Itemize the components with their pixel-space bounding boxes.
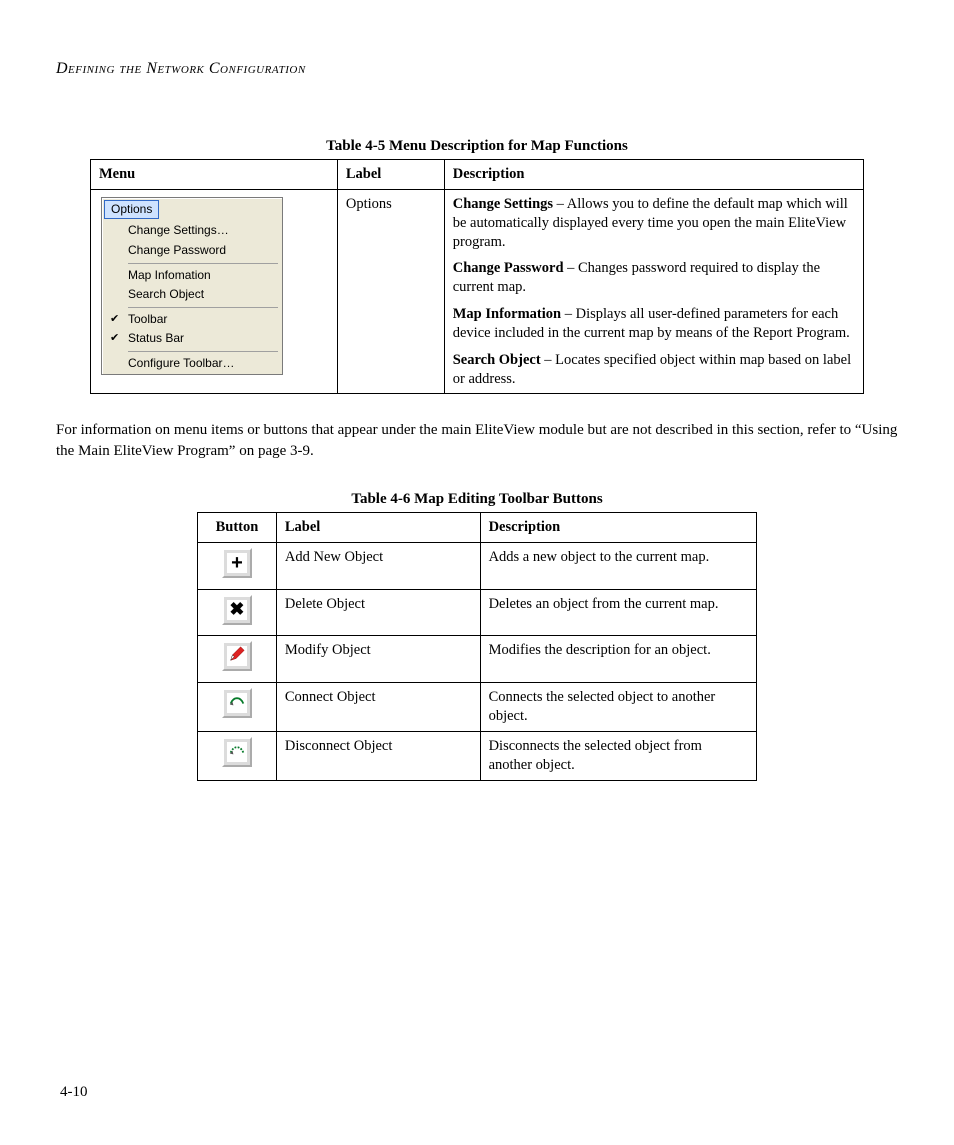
label-cell: Add New Object	[276, 542, 480, 589]
description-block: Search Object – Locates specified object…	[453, 351, 855, 389]
table2-th-desc: Description	[480, 512, 756, 542]
table-row: Connect ObjectConnects the selected obje…	[198, 683, 757, 732]
page-number: 4-10	[60, 1084, 88, 1101]
menu-item: Change Settings…	[102, 221, 282, 241]
menu-item: Toolbar	[102, 310, 282, 330]
table1-caption: Table 4-5 Menu Description for Map Funct…	[56, 138, 898, 155]
menu-item: Status Bar	[102, 329, 282, 349]
table1-th-menu: Menu	[91, 160, 338, 190]
cross-icon: ✖	[222, 595, 252, 625]
disconnect-icon	[222, 737, 252, 767]
button-cell	[198, 732, 277, 781]
menu-item: Configure Toolbar…	[102, 354, 282, 374]
button-cell: +	[198, 542, 277, 589]
menu-item: Map Infomation	[102, 266, 282, 286]
table1: Menu Label Description OptionsChange Set…	[90, 159, 864, 394]
label-cell: Modify Object	[276, 636, 480, 683]
description-block: Change Password – Changes password requi…	[453, 259, 855, 297]
menu-separator	[128, 263, 278, 264]
button-cell	[198, 636, 277, 683]
body-paragraph: For information on menu items or buttons…	[56, 420, 898, 461]
table1-desc-cell: Change Settings – Allows you to define t…	[444, 189, 863, 394]
desc-cell: Deletes an object from the current map.	[480, 589, 756, 636]
menu-item: Search Object	[102, 285, 282, 305]
table2-th-button: Button	[198, 512, 277, 542]
table1-label-cell: Options	[337, 189, 444, 394]
table1-menu-cell: OptionsChange Settings…Change Password Ma…	[91, 189, 338, 394]
menu-separator	[128, 307, 278, 308]
desc-cell: Adds a new object to the current map.	[480, 542, 756, 589]
description-block: Change Settings – Allows you to define t…	[453, 195, 855, 252]
options-menu-title: Options	[104, 200, 159, 220]
table-row: + Add New ObjectAdds a new object to the …	[198, 542, 757, 589]
table1-th-label: Label	[337, 160, 444, 190]
desc-cell: Modifies the description for an object.	[480, 636, 756, 683]
pencil-icon	[222, 641, 252, 671]
menu-item: Change Password	[102, 241, 282, 261]
table-row: Modify ObjectModifies the description fo…	[198, 636, 757, 683]
label-cell: Delete Object	[276, 589, 480, 636]
table-row: ✖ Delete ObjectDeletes an object from the…	[198, 589, 757, 636]
table1-th-desc: Description	[444, 160, 863, 190]
table2-th-label: Label	[276, 512, 480, 542]
desc-cell: Connects the selected object to another …	[480, 683, 756, 732]
menu-separator	[128, 351, 278, 352]
desc-cell: Disconnects the selected object from ano…	[480, 732, 756, 781]
connect-icon	[222, 688, 252, 718]
table2: Button Label Description + Add New Object…	[197, 512, 757, 781]
label-cell: Connect Object	[276, 683, 480, 732]
options-menu-screenshot: OptionsChange Settings…Change Password Ma…	[101, 197, 283, 375]
description-block: Map Information – Displays all user-defi…	[453, 305, 855, 343]
table2-caption: Table 4-6 Map Editing Toolbar Buttons	[56, 491, 898, 508]
table-row: Disconnect ObjectDisconnects the selecte…	[198, 732, 757, 781]
page-header: Defining the Network Configuration	[56, 60, 898, 78]
label-cell: Disconnect Object	[276, 732, 480, 781]
button-cell	[198, 683, 277, 732]
plus-icon: +	[222, 548, 252, 578]
button-cell: ✖	[198, 589, 277, 636]
